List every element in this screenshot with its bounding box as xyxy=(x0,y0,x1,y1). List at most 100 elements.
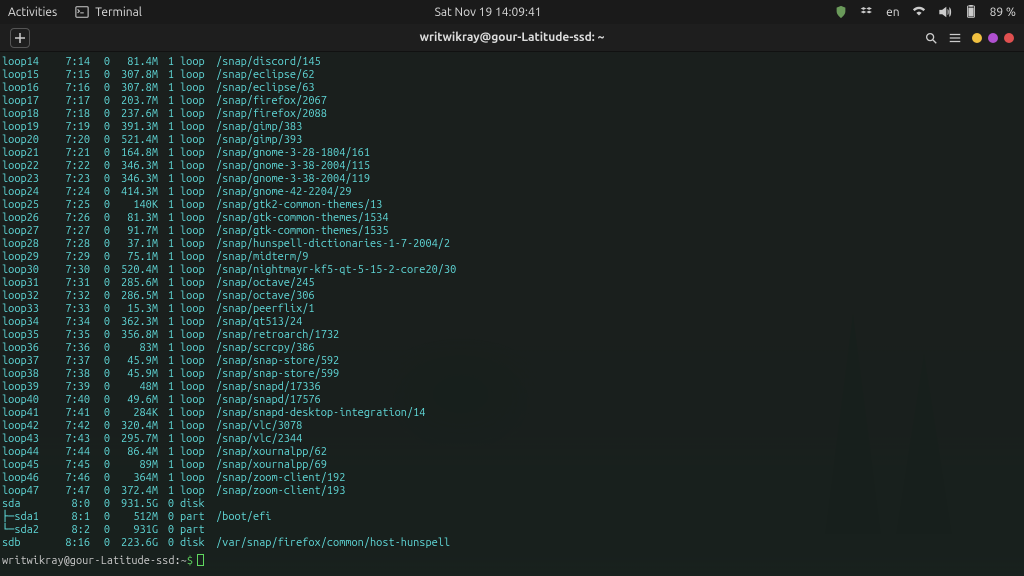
hamburger-menu-icon[interactable] xyxy=(948,31,962,45)
lsblk-output-table: loop147:14081.4M1loop/snap/discord/145lo… xyxy=(2,56,456,550)
cell-type: loop xyxy=(174,459,212,472)
cell-mm: 7:27 xyxy=(50,225,90,238)
cell-type: loop xyxy=(174,381,212,394)
cell-name: ├─sda1 xyxy=(2,511,50,524)
cell-rm: 0 xyxy=(90,173,110,186)
cell-ro: 1 xyxy=(158,381,174,394)
cell-mm: 7:19 xyxy=(50,121,90,134)
window-close-button[interactable] xyxy=(1004,33,1014,43)
cell-type: loop xyxy=(174,303,212,316)
table-row: loop427:420320.4M1loop/snap/vlc/3078 xyxy=(2,420,456,433)
cell-mnt: /snap/eclipse/63 xyxy=(212,82,456,95)
new-tab-button[interactable] xyxy=(10,28,30,48)
cell-name: loop37 xyxy=(2,355,50,368)
cell-name: loop42 xyxy=(2,420,50,433)
cell-mm: 7:29 xyxy=(50,251,90,264)
cell-size: 372.4M xyxy=(110,485,158,498)
cell-name: loop17 xyxy=(2,95,50,108)
cell-size: 223.6G xyxy=(110,537,158,550)
cell-size: 237.6M xyxy=(110,108,158,121)
table-row: loop157:150307.8M1loop/snap/eclipse/62 xyxy=(2,69,456,82)
cell-ro: 1 xyxy=(158,238,174,251)
cell-type: loop xyxy=(174,316,212,329)
cell-mnt: /snap/hunspell-dictionaries-1-7-2004/2 xyxy=(212,238,456,251)
dropbox-icon[interactable] xyxy=(860,5,874,19)
battery-percent: 89 % xyxy=(990,6,1016,19)
cell-ro: 1 xyxy=(158,446,174,459)
cell-mnt: /boot/efi xyxy=(212,511,456,524)
volume-icon[interactable] xyxy=(938,5,952,19)
cell-size: 512M xyxy=(110,511,158,524)
cell-ro: 1 xyxy=(158,303,174,316)
cell-rm: 0 xyxy=(90,498,110,511)
cell-ro: 1 xyxy=(158,342,174,355)
cell-size: 346.3M xyxy=(110,173,158,186)
cell-rm: 0 xyxy=(90,238,110,251)
cell-rm: 0 xyxy=(90,355,110,368)
cell-ro: 1 xyxy=(158,394,174,407)
cell-mm: 7:22 xyxy=(50,160,90,173)
battery-icon[interactable] xyxy=(964,5,978,19)
table-row: loop247:240414.3M1loop/snap/gnome-42-220… xyxy=(2,186,456,199)
table-row: loop307:300520.4M1loop/snap/nightmayr-kf… xyxy=(2,264,456,277)
shell-prompt[interactable]: writwikray@gour-Latitude-ssd:~$ xyxy=(2,554,1022,568)
wifi-icon[interactable] xyxy=(912,5,926,19)
cell-ro: 1 xyxy=(158,459,174,472)
cell-mnt: /snap/snap-store/599 xyxy=(212,368,456,381)
terminal-app-menu[interactable]: Terminal xyxy=(75,5,142,19)
cell-mnt: /snap/discord/145 xyxy=(212,56,456,69)
prompt-dollar: $ xyxy=(187,555,193,567)
terminal-output[interactable]: loop147:14081.4M1loop/snap/discord/145lo… xyxy=(0,52,1024,576)
cell-type: loop xyxy=(174,199,212,212)
cell-rm: 0 xyxy=(90,394,110,407)
cell-name: loop46 xyxy=(2,472,50,485)
cell-mm: 7:41 xyxy=(50,407,90,420)
cell-name: loop22 xyxy=(2,160,50,173)
cell-name: loop44 xyxy=(2,446,50,459)
cell-size: 295.7M xyxy=(110,433,158,446)
window-minimize-button[interactable] xyxy=(972,33,982,43)
cell-name: sda xyxy=(2,498,50,511)
table-row: loop297:29075.1M1loop/snap/midterm/9 xyxy=(2,251,456,264)
cell-mnt: /snap/peerflix/1 xyxy=(212,303,456,316)
cell-name: loop18 xyxy=(2,108,50,121)
cell-ro: 1 xyxy=(158,134,174,147)
table-row: loop327:320286.5M1loop/snap/octave/306 xyxy=(2,290,456,303)
cell-size: 75.1M xyxy=(110,251,158,264)
cell-size: 285.6M xyxy=(110,277,158,290)
cell-mm: 7:44 xyxy=(50,446,90,459)
cell-size: 45.9M xyxy=(110,355,158,368)
cell-type: loop xyxy=(174,95,212,108)
table-row: loop257:250140K1loop/snap/gtk2-common-th… xyxy=(2,199,456,212)
cell-ro: 0 xyxy=(158,537,174,550)
cell-size: 346.3M xyxy=(110,160,158,173)
cell-type: loop xyxy=(174,121,212,134)
shield-icon[interactable] xyxy=(834,5,848,19)
cell-mm: 7:33 xyxy=(50,303,90,316)
table-row: loop437:430295.7M1loop/snap/vlc/2344 xyxy=(2,433,456,446)
clock[interactable]: Sat Nov 19 14:09:41 xyxy=(435,6,542,19)
gnome-top-bar: Activities Terminal Sat Nov 19 14:09:41 … xyxy=(0,0,1024,24)
cell-name: loop14 xyxy=(2,56,50,69)
cell-size: 203.7M xyxy=(110,95,158,108)
cell-type: loop xyxy=(174,342,212,355)
cell-rm: 0 xyxy=(90,420,110,433)
cell-name: loop21 xyxy=(2,147,50,160)
table-row: └─sda28:20931G0part xyxy=(2,524,456,537)
cell-ro: 1 xyxy=(158,69,174,82)
activities-button[interactable]: Activities xyxy=(8,6,57,19)
cell-ro: 1 xyxy=(158,199,174,212)
cell-mnt: /snap/gtk2-common-themes/13 xyxy=(212,199,456,212)
cell-type: loop xyxy=(174,290,212,303)
cell-rm: 0 xyxy=(90,524,110,537)
cell-mnt: /snap/xournalpp/69 xyxy=(212,459,456,472)
search-icon[interactable] xyxy=(924,31,938,45)
cell-ro: 1 xyxy=(158,251,174,264)
window-maximize-button[interactable] xyxy=(988,33,998,43)
cell-size: 37.1M xyxy=(110,238,158,251)
cell-ro: 1 xyxy=(158,160,174,173)
cell-mnt: /snap/nightmayr-kf5-qt-5-15-2-core20/30 xyxy=(212,264,456,277)
language-indicator[interactable]: en xyxy=(886,6,899,19)
cell-type: loop xyxy=(174,355,212,368)
cell-ro: 1 xyxy=(158,420,174,433)
